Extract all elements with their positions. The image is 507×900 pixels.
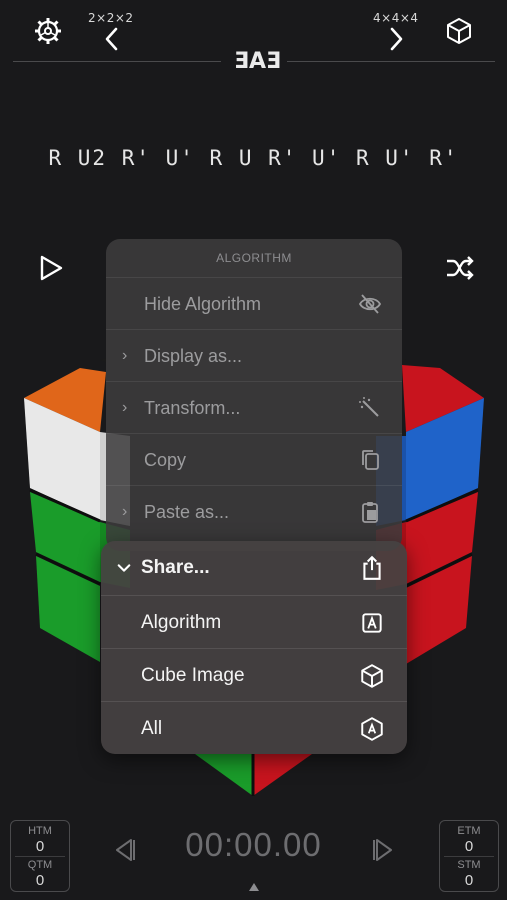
- share-title: Share...: [141, 557, 210, 578]
- htm-label: HTM: [28, 825, 52, 837]
- menu-item-label: Copy: [144, 450, 187, 470]
- stats-right-box: ETM 0 STM 0: [439, 820, 499, 892]
- etm-label: ETM: [457, 825, 481, 837]
- chevron-right-small-icon: ›: [122, 503, 128, 520]
- menu-title: ALGORITHM: [216, 251, 292, 265]
- share-header[interactable]: Share...: [101, 541, 407, 594]
- stats-left-box: HTM 0 QTM 0: [10, 820, 70, 892]
- share-submenu: Share... Algorithm Cube Image All: [101, 541, 407, 754]
- share-icon: [363, 555, 381, 580]
- htm-value: 0: [35, 838, 45, 855]
- share-item-algorithm[interactable]: Algorithm: [101, 595, 407, 649]
- timer-display: 00:00.00: [185, 826, 322, 863]
- menu-item-paste-as[interactable]: › Paste as...: [106, 485, 402, 538]
- menu-item-label: Paste as...: [144, 502, 230, 522]
- menu-item-label: Transform...: [144, 398, 241, 418]
- menu-item-label: Hide Algorithm: [144, 294, 262, 314]
- magic-wand-icon: [359, 397, 379, 417]
- stm-label: STM: [457, 859, 481, 871]
- chevron-right-small-icon: ›: [122, 399, 128, 416]
- stat-divider: [444, 856, 494, 857]
- menu-item-display-as[interactable]: › Display as...: [106, 329, 402, 382]
- expand-up-icon[interactable]: [247, 881, 261, 893]
- letter-a-box-icon: [362, 613, 382, 633]
- menu-item-label: Display as...: [144, 346, 243, 366]
- cube-icon: [361, 664, 383, 688]
- step-back-icon[interactable]: [110, 836, 138, 864]
- share-item-label: All: [141, 718, 163, 739]
- qtm-label: QTM: [27, 859, 53, 871]
- copy-icon: [362, 450, 379, 470]
- algorithm-context-menu: ALGORITHM Hide Algorithm › Display as...…: [106, 239, 402, 551]
- etm-value: 0: [464, 838, 474, 855]
- menu-item-hide-algorithm[interactable]: Hide Algorithm: [106, 277, 402, 330]
- eye-slash-icon: [358, 294, 382, 314]
- share-item-cube-image[interactable]: Cube Image: [101, 648, 407, 702]
- chevron-right-small-icon: ›: [122, 347, 128, 364]
- chevron-down-icon: [117, 564, 131, 572]
- paste-icon: [362, 502, 378, 523]
- share-item-all[interactable]: All: [101, 701, 407, 754]
- stm-value: 0: [464, 872, 474, 889]
- menu-item-copy[interactable]: Copy: [106, 433, 402, 486]
- qtm-value: 0: [35, 872, 45, 889]
- step-forward-icon[interactable]: [370, 836, 398, 864]
- share-item-label: Cube Image: [141, 665, 245, 686]
- stat-divider: [15, 856, 65, 857]
- share-item-label: Algorithm: [141, 612, 222, 633]
- cube-a-icon: [361, 717, 383, 741]
- menu-item-transform[interactable]: › Transform...: [106, 381, 402, 434]
